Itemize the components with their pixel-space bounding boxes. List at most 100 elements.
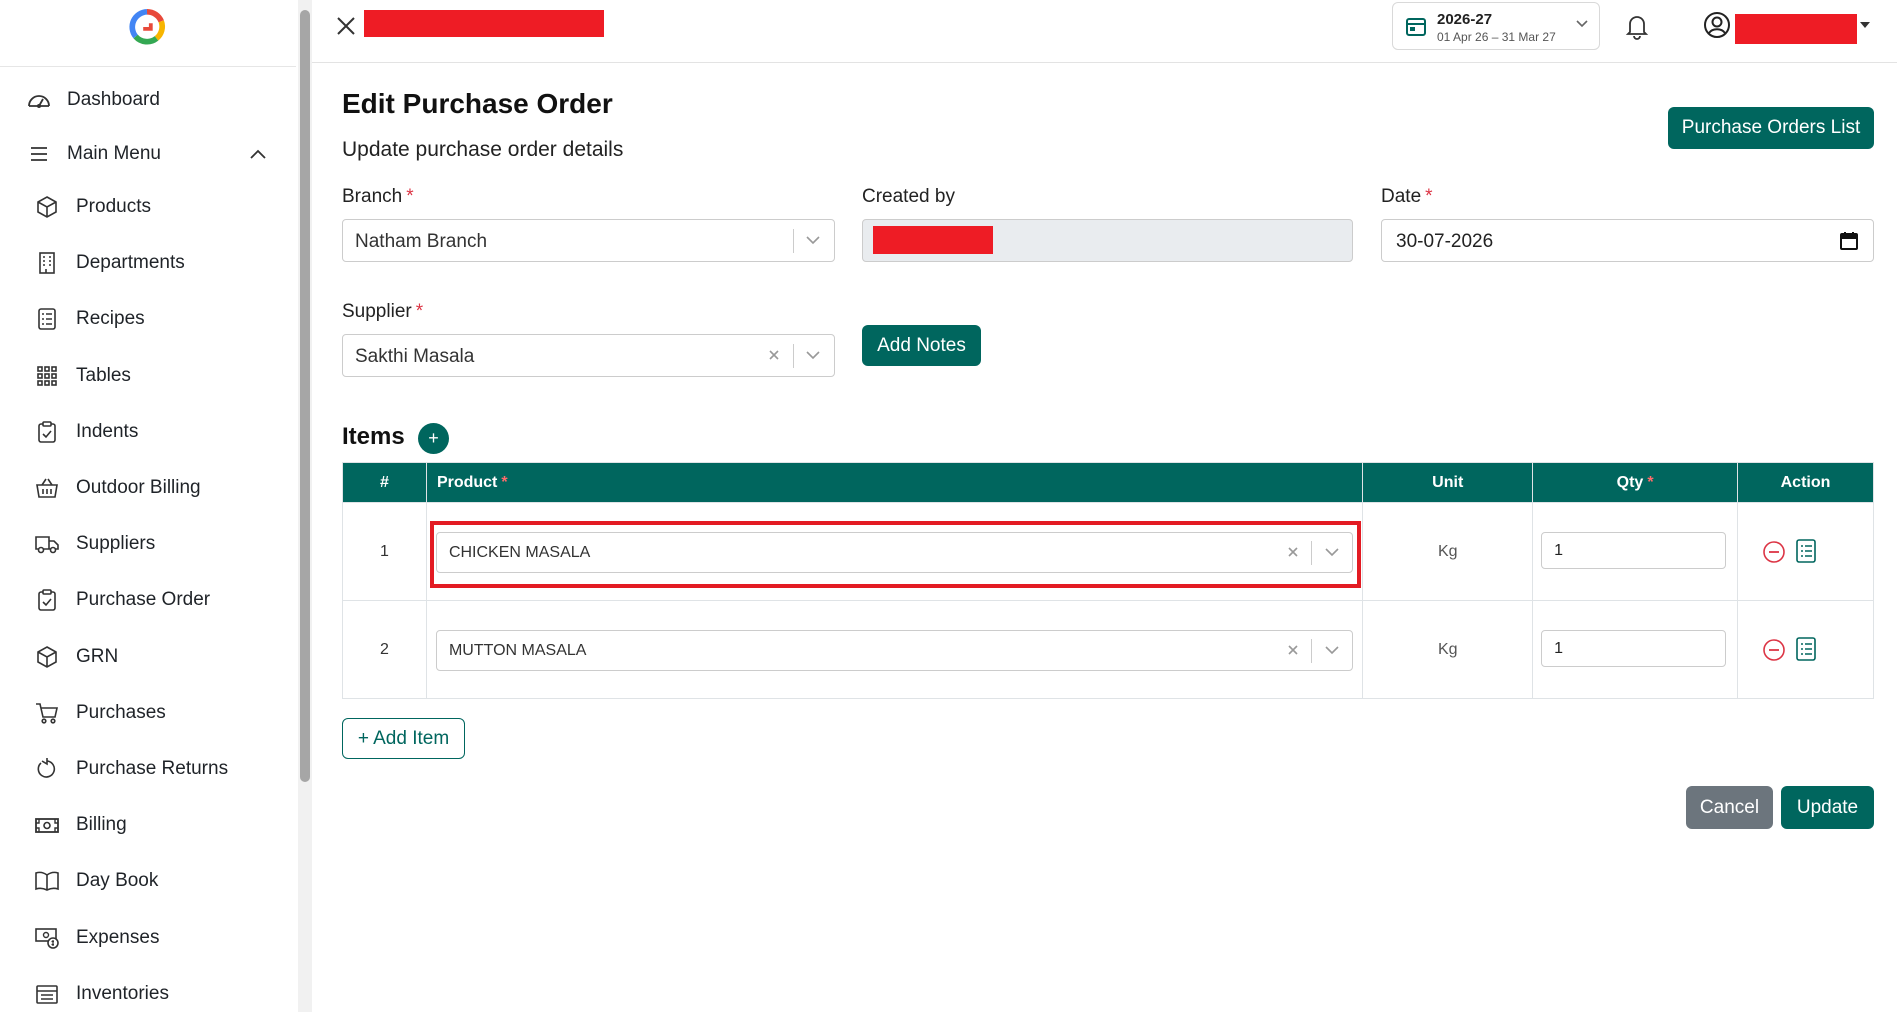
fiscal-year-label: 2026-27 <box>1437 11 1493 28</box>
inventory-icon <box>34 981 60 1007</box>
col-header-qty: Qty * <box>1532 462 1739 503</box>
date-input[interactable]: 30-07-2026 <box>1381 219 1874 262</box>
recipe-list-icon <box>34 306 60 332</box>
chevron-down-icon <box>1325 548 1339 557</box>
calendar-icon <box>1406 18 1426 36</box>
sidebar-item-label: Expenses <box>76 926 160 948</box>
sidebar-item-label: Recipes <box>76 308 145 330</box>
items-section-title: Items <box>342 423 405 450</box>
basket-icon <box>34 475 60 501</box>
redacted-title <box>364 10 604 37</box>
sidebar-item-tables[interactable]: Tables <box>0 352 296 400</box>
required-mark: * <box>1425 186 1433 207</box>
caret-down-icon[interactable] <box>1860 22 1870 28</box>
dashboard-gauge-icon <box>26 87 52 113</box>
clear-icon[interactable] <box>1285 642 1301 658</box>
calendar-icon[interactable] <box>1839 231 1859 251</box>
user-avatar-icon[interactable] <box>1702 10 1732 40</box>
clipboard-icon <box>34 419 60 445</box>
add-item-plus-button[interactable]: + <box>418 423 449 454</box>
required-mark: * <box>406 186 414 207</box>
qty-input[interactable]: 1 <box>1541 532 1727 569</box>
clear-icon[interactable] <box>1285 544 1301 560</box>
table-row: 2 MUTTON MASALA Kg 1 <box>342 600 1874 699</box>
add-item-button[interactable]: + Add Item <box>342 718 465 759</box>
sidebar-item-inventories[interactable]: Inventories <box>0 970 296 1012</box>
supplier-value: Sakthi Masala <box>355 346 475 367</box>
fiscal-year-selector[interactable]: 2026-27 01 Apr 26 – 31 Mar 27 <box>1392 2 1600 50</box>
required-mark: * <box>415 301 424 322</box>
redacted-username <box>1735 14 1857 44</box>
branch-select[interactable]: Natham Branch <box>342 219 835 262</box>
action-cell <box>1737 600 1874 699</box>
app-logo[interactable] <box>128 8 166 46</box>
sidebar-item-label: Outdoor Billing <box>76 477 201 498</box>
remove-row-icon[interactable] <box>1762 540 1786 564</box>
created-by-label: Created by <box>862 186 955 207</box>
sidebar-item-day-book[interactable]: Day Book <box>0 857 296 905</box>
qty-input[interactable]: 1 <box>1541 630 1727 667</box>
sidebar-scroll-thumb[interactable] <box>300 10 310 782</box>
sidebar-item-purchases[interactable]: Purchases <box>0 689 296 737</box>
sidebar-item-purchase-order[interactable]: Purchase Order <box>0 576 296 624</box>
sidebar-item-indents[interactable]: Indents <box>0 408 296 456</box>
select-divider <box>1310 639 1312 663</box>
col-header-product: Product * <box>425 462 1364 503</box>
date-label: Date * <box>1381 186 1433 207</box>
product-select[interactable]: MUTTON MASALA <box>435 630 1353 671</box>
sidebar-main-menu-toggle[interactable]: Main Menu <box>0 130 296 178</box>
topbar: 2026-27 01 Apr 26 – 31 Mar 27 <box>312 0 1897 63</box>
branch-label: Branch * <box>342 186 414 207</box>
sidebar-item-label: Indents <box>76 420 139 442</box>
required-mark: * <box>501 473 508 491</box>
sidebar-item-purchase-returns[interactable]: Purchase Returns <box>0 745 296 793</box>
sidebar-item-label: Tables <box>76 364 131 386</box>
table-row: 1 CHICKEN MASALA Kg 1 <box>342 502 1874 601</box>
sidebar-item-outdoor-billing[interactable]: Outdoor Billing <box>0 464 296 512</box>
box-icon <box>34 644 60 670</box>
created-by-field <box>862 219 1353 262</box>
sidebar-item-grn[interactable]: GRN <box>0 633 296 681</box>
grid-icon <box>34 363 60 389</box>
return-icon <box>34 756 60 782</box>
update-button[interactable]: Update <box>1781 786 1874 829</box>
building-icon <box>34 250 60 276</box>
add-notes-button[interactable]: Add Notes <box>862 325 981 366</box>
sidebar-item-label: Inventories <box>76 982 169 1004</box>
select-divider <box>793 344 794 368</box>
sidebar-item-recipes[interactable]: Recipes <box>0 295 296 343</box>
bell-icon[interactable] <box>1624 12 1650 40</box>
sidebar-item-label: Purchase Order <box>76 589 211 611</box>
remove-row-icon[interactable] <box>1762 638 1786 662</box>
col-header-action: Action <box>1737 462 1874 503</box>
sidebar-item-label: Main Menu <box>67 143 161 164</box>
purchase-orders-list-button[interactable]: Purchase Orders List <box>1668 107 1874 149</box>
chevron-down-icon <box>1576 20 1588 28</box>
sidebar-item-expenses[interactable]: Expenses <box>0 914 296 962</box>
branch-value: Natham Branch <box>355 231 488 252</box>
sidebar-item-label: GRN <box>76 645 119 667</box>
item-notes-icon[interactable] <box>1794 636 1818 662</box>
sidebar-item-suppliers[interactable]: Suppliers <box>0 520 296 568</box>
cancel-button[interactable]: Cancel <box>1686 786 1773 829</box>
redacted-creator <box>873 226 993 254</box>
unit-cell: Kg <box>1362 600 1534 699</box>
item-notes-icon[interactable] <box>1794 538 1818 564</box>
required-mark: * <box>1647 473 1654 491</box>
sidebar-item-products[interactable]: Products <box>0 183 296 231</box>
page-subtitle: Update purchase order details <box>342 138 624 161</box>
clear-icon[interactable] <box>766 347 782 363</box>
sidebar-item-dashboard[interactable]: Dashboard <box>0 76 296 124</box>
chevron-up-icon <box>250 149 266 159</box>
sidebar-item-label: Suppliers <box>76 533 156 555</box>
sidebar-item-billing[interactable]: Billing <box>0 801 296 849</box>
product-select[interactable]: CHICKEN MASALA <box>435 532 1353 573</box>
truck-icon <box>34 531 60 557</box>
sidebar-item-departments[interactable]: Departments <box>0 239 296 287</box>
supplier-select[interactable]: Sakthi Masala <box>342 334 835 377</box>
row-number: 2 <box>342 600 427 699</box>
close-icon[interactable] <box>334 14 358 38</box>
unit-cell: Kg <box>1362 502 1534 601</box>
chevron-down-icon <box>806 351 820 360</box>
book-icon <box>34 868 60 894</box>
